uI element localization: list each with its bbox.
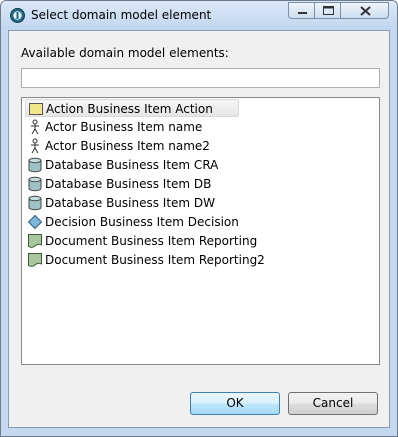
- list-item-label: Database Business Item CRA: [45, 158, 219, 172]
- list-item-label: Document Business Item Reporting2: [45, 253, 265, 267]
- list-item[interactable]: Database Business Item DW: [25, 194, 215, 212]
- maximize-icon: [323, 6, 334, 15]
- dialog-content: Available domain model elements: Action …: [8, 30, 390, 428]
- list-item-label: Database Business Item DW: [45, 196, 216, 210]
- ok-button[interactable]: OK: [190, 392, 280, 415]
- list-item[interactable]: Database Business Item CRA: [25, 156, 218, 174]
- dialog-window: Select domain model element Available do…: [0, 0, 398, 437]
- list-item-label: Action Business Item Action: [46, 102, 213, 116]
- list-item-label: Document Business Item Reporting: [45, 234, 258, 248]
- list-item[interactable]: Actor Business Item name: [25, 118, 202, 136]
- list-item[interactable]: Decision Business Item Decision: [25, 213, 239, 231]
- minimize-icon: [298, 12, 307, 14]
- database-icon: [28, 157, 42, 173]
- list-item[interactable]: Database Business Item DB: [25, 175, 211, 193]
- document-icon: [28, 253, 42, 267]
- maximize-button[interactable]: [314, 2, 341, 19]
- close-button[interactable]: [340, 2, 389, 19]
- minimize-button[interactable]: [288, 2, 315, 19]
- filter-input[interactable]: [21, 68, 380, 88]
- action-icon: [29, 103, 43, 115]
- list-item[interactable]: Document Business Item Reporting2: [25, 251, 265, 269]
- list-item-label: Database Business Item DB: [45, 177, 212, 191]
- list-item[interactable]: Actor Business Item name2: [25, 137, 210, 155]
- close-icon: [360, 6, 371, 16]
- title-bar[interactable]: Select domain model element: [1, 1, 397, 30]
- element-list[interactable]: Action Business Item Action Actor Busine…: [21, 97, 380, 365]
- list-item-label: Actor Business Item name: [45, 120, 203, 134]
- list-item-label: Actor Business Item name2: [45, 139, 210, 153]
- window-title: Select domain model element: [31, 8, 212, 22]
- list-item-label: Decision Business Item Decision: [45, 215, 239, 229]
- document-icon: [28, 234, 42, 248]
- actor-icon: [31, 138, 39, 154]
- list-label: Available domain model elements:: [21, 46, 229, 60]
- app-logo-icon: [10, 8, 25, 23]
- database-icon: [28, 176, 42, 192]
- list-item[interactable]: Action Business Item Action: [25, 99, 239, 117]
- actor-icon: [31, 119, 39, 135]
- decision-icon: [27, 214, 43, 230]
- cancel-button[interactable]: Cancel: [288, 392, 378, 415]
- database-icon: [28, 195, 42, 211]
- list-item[interactable]: Document Business Item Reporting: [25, 232, 257, 250]
